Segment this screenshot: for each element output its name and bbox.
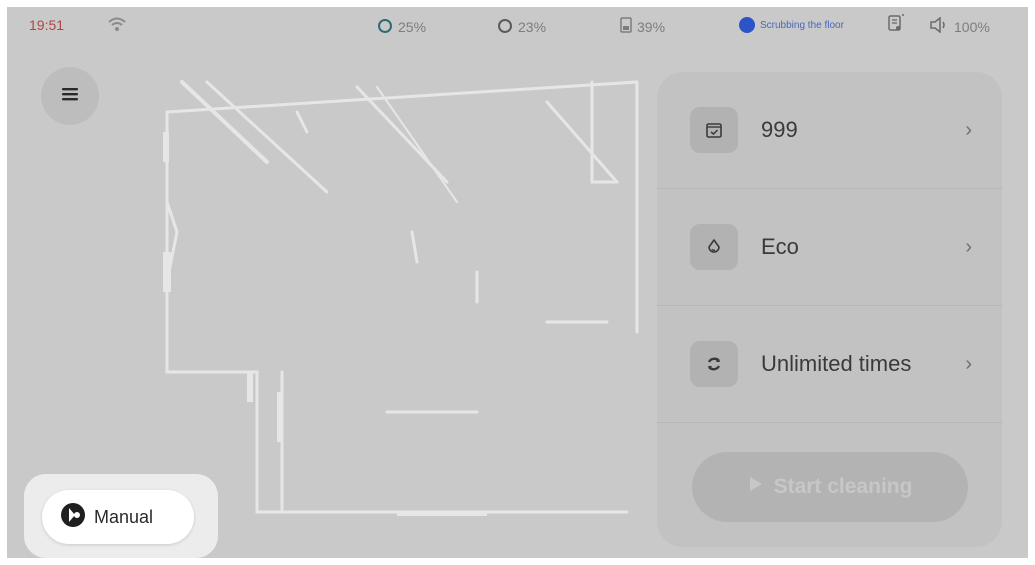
clock: 19:51 — [29, 17, 65, 33]
status-text: Scrubbing the floor — [760, 19, 844, 31]
clean-water-level: 25% — [398, 18, 427, 35]
dirty-water-indicator: 23% — [497, 17, 546, 36]
clean-water-indicator: 25% — [377, 17, 426, 36]
calendar-check-icon — [690, 107, 738, 153]
status-bar: 19:51 25% 23% 39% Scrubbing the floor 10… — [7, 7, 1028, 45]
volume-indicator: 100% — [929, 16, 990, 36]
dirty-water-level: 23% — [518, 18, 547, 35]
settings-row-times[interactable]: Unlimited times › — [657, 306, 1002, 422]
start-cleaning-button[interactable]: Start cleaning — [692, 452, 968, 522]
settings-row-water-level[interactable]: Eco › — [657, 189, 1002, 305]
manual-button[interactable]: Manual — [42, 490, 194, 544]
battery-icon — [620, 17, 632, 36]
speaker-icon — [929, 16, 949, 36]
settings-row-label: Eco — [761, 234, 799, 259]
wifi-icon — [107, 15, 127, 33]
status-dot-icon — [739, 17, 755, 33]
manual-control-card: Manual — [24, 474, 218, 558]
volume-level: 100% — [954, 18, 990, 35]
status-badge: Scrubbing the floor — [739, 17, 844, 33]
settings-row-room[interactable]: 999 › — [657, 72, 1002, 188]
menu-button[interactable] — [41, 67, 99, 125]
divider — [657, 422, 1002, 423]
water-drop-icon — [377, 17, 393, 36]
settings-row-label: 999 — [761, 117, 798, 142]
floor-map[interactable] — [147, 72, 667, 522]
manual-label: Manual — [94, 506, 154, 527]
app-screen: 19:51 25% 23% 39% Scrubbing the floor 10… — [7, 7, 1028, 558]
water-drop-icon — [497, 17, 513, 36]
hamburger-menu-icon — [62, 87, 78, 106]
device-battery-indicator: 39% — [620, 17, 665, 36]
cycle-icon — [690, 341, 738, 387]
water-drop-icon — [690, 224, 738, 270]
start-cleaning-label: Start cleaning — [773, 475, 913, 498]
settings-row-label: Unlimited times — [761, 351, 912, 376]
joystick-icon — [60, 502, 86, 533]
dock-icon — [887, 13, 905, 33]
chevron-right-icon: › — [965, 118, 972, 141]
play-icon — [748, 475, 764, 499]
cleaning-settings-panel: 999 › Eco › Unlimited times › Start clea… — [657, 72, 1002, 547]
chevron-right-icon: › — [965, 235, 972, 258]
device-battery-level: 39% — [637, 18, 666, 35]
chevron-right-icon: › — [965, 352, 972, 375]
